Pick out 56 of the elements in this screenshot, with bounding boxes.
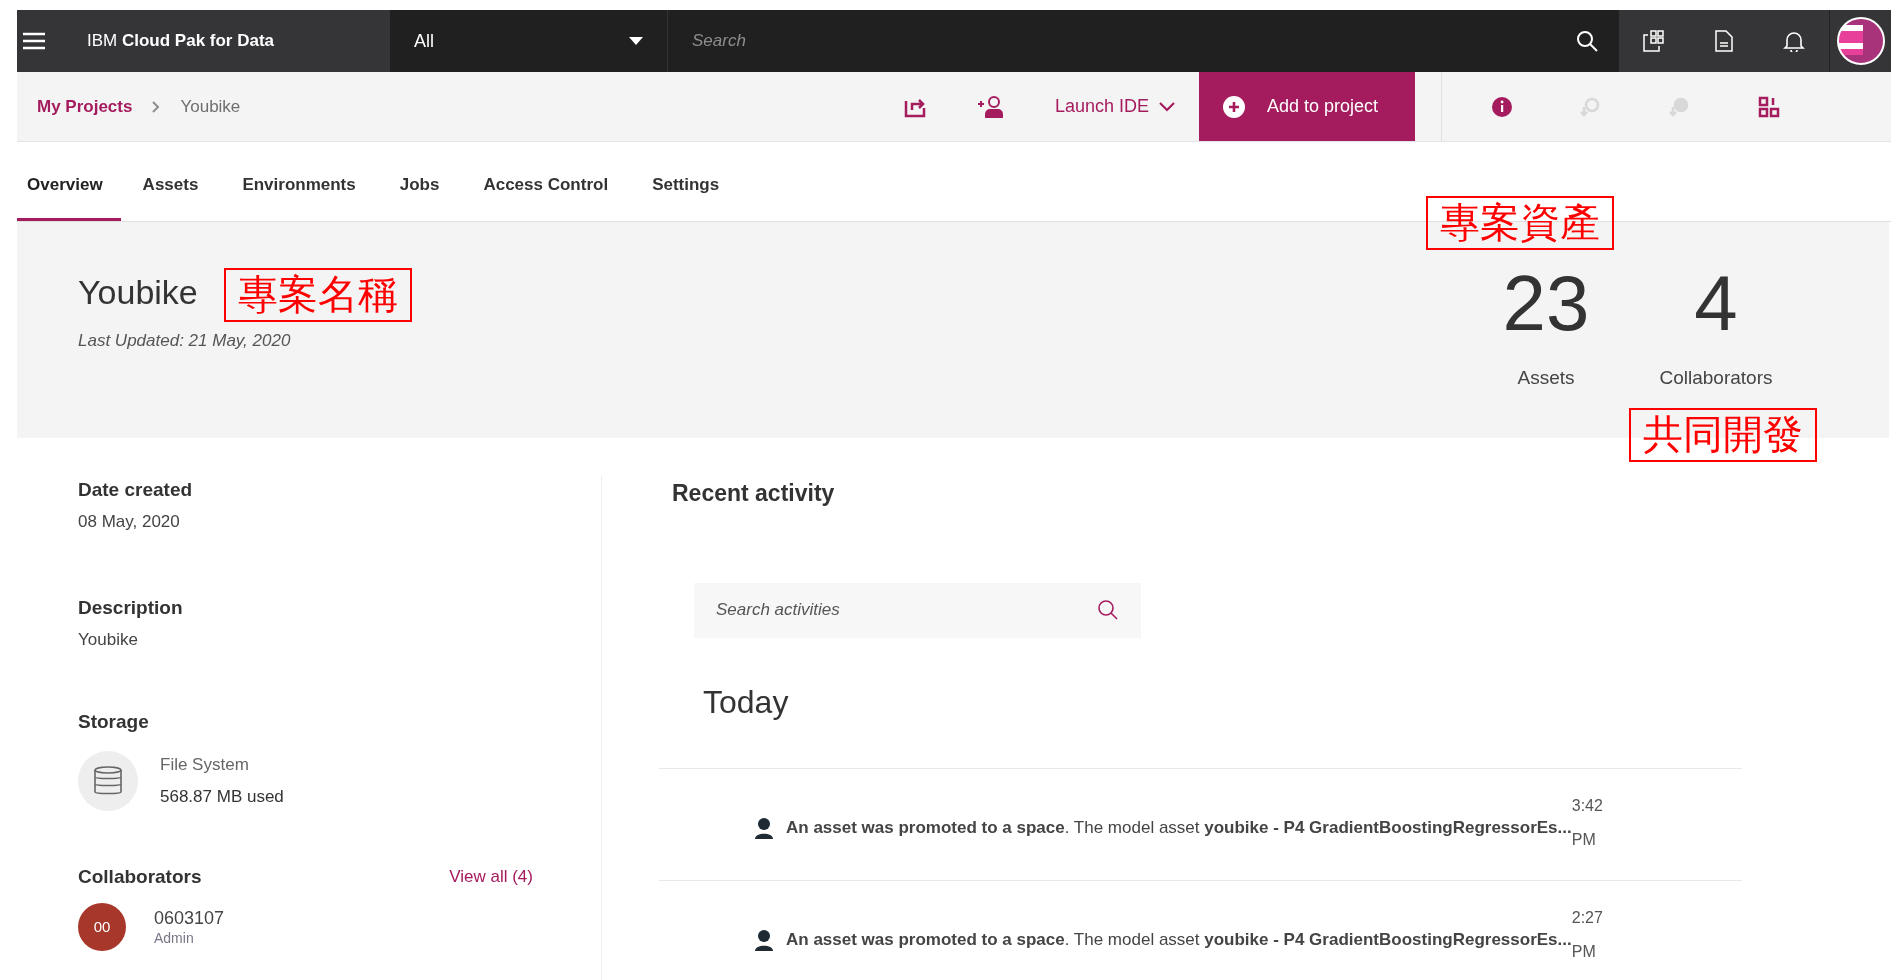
stat-value: 23 xyxy=(1502,264,1590,342)
tab[interactable]: Environments xyxy=(228,151,370,221)
search-icon[interactable] xyxy=(1575,30,1598,52)
bell-icon[interactable] xyxy=(1783,30,1805,52)
avatar-icon[interactable] xyxy=(1836,17,1885,65)
annotation-label: 專案資產 xyxy=(1426,196,1614,250)
detail-value: Youbike xyxy=(78,628,139,651)
person-icon xyxy=(754,816,774,839)
stat-label: Collaborators xyxy=(1659,366,1773,390)
search-field[interactable]: Search xyxy=(668,10,1554,72)
add-user-icon[interactable] xyxy=(976,94,1005,119)
apps-icon[interactable] xyxy=(1643,30,1665,52)
scope-dropdown[interactable]: All xyxy=(390,10,668,72)
tab[interactable]: Access Control xyxy=(469,151,623,221)
brand-name: IBM Cloud Pak for Data xyxy=(87,30,275,53)
user-avatar: 00 xyxy=(78,903,126,951)
tab[interactable]: Jobs xyxy=(385,151,454,221)
chevron-icon xyxy=(152,100,161,113)
add-to-project-button[interactable]: Add to project xyxy=(1199,72,1415,141)
detail-label: Storage xyxy=(78,710,150,734)
section-title: Recent activity xyxy=(672,479,836,508)
collaborator-name: 0603107 xyxy=(154,907,225,930)
collaborator-role: Admin xyxy=(154,929,195,947)
view-all-link[interactable]: View all (4) xyxy=(449,864,533,890)
detail-value: 08 May, 2020 xyxy=(78,510,181,533)
chevron-down-icon xyxy=(1159,101,1175,112)
launch-ide-button[interactable]: Launch IDE xyxy=(1030,72,1199,141)
last-updated-text: Last Updated: 21 May, 2020 xyxy=(78,330,292,352)
document-icon[interactable] xyxy=(1715,30,1733,52)
stat-value: 4 xyxy=(1694,264,1738,342)
activity-text: An asset was promoted to a space. The model asset youbike - P4 GradientBoostingRegressorEs... xyxy=(786,816,1572,839)
annotation-label: 專案名稱 xyxy=(223,268,412,322)
storage-type: File System xyxy=(160,754,250,776)
group-heading: Today xyxy=(703,682,790,722)
activity-search-field[interactable]: Search activities xyxy=(694,582,1141,638)
activity-time: 2:27 PM xyxy=(1571,907,1604,962)
add-icon xyxy=(1223,95,1245,118)
breadcrumb-link[interactable]: My Projects xyxy=(37,93,133,120)
annotation-label: 共同開發 xyxy=(1629,408,1817,462)
stat-label: Assets xyxy=(1517,366,1575,390)
person-icon xyxy=(754,928,774,951)
activity-text: An asset was promoted to a space. The model asset youbike - P4 GradientBoostingRegressorEs... xyxy=(786,928,1572,951)
search-icon[interactable] xyxy=(1097,598,1119,621)
tab[interactable]: Settings xyxy=(638,151,734,221)
activity-time: 3:42 PM xyxy=(1571,795,1604,850)
detail-label: Date created xyxy=(78,478,194,502)
caret-icon xyxy=(629,37,643,45)
detail-label: Collaborators xyxy=(78,864,202,889)
detail-label: Description xyxy=(78,596,184,620)
project-title: Youbike xyxy=(78,271,198,313)
breadcrumb-current: Youbike xyxy=(180,95,241,118)
info-icon[interactable] xyxy=(1490,94,1514,119)
storage-usage: 568.87 MB used xyxy=(160,785,284,808)
menu-icon[interactable] xyxy=(23,32,45,50)
tab[interactable]: Assets xyxy=(128,151,213,221)
grid-icon[interactable] xyxy=(1757,94,1781,119)
